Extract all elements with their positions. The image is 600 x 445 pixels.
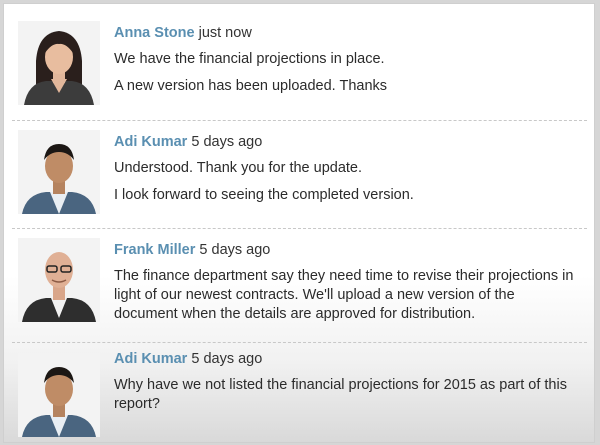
comment-time: 5 days ago xyxy=(191,351,263,367)
comment-meta: Adi Kumar 5 days ago xyxy=(114,133,574,151)
author-link[interactable]: Frank Miller xyxy=(114,242,195,258)
comment-text: Why have we not listed the financial pro… xyxy=(114,377,567,412)
avatar[interactable] xyxy=(18,130,100,214)
comment-meta: Adi Kumar 5 days ago xyxy=(114,350,574,368)
comment-time: 5 days ago xyxy=(191,134,263,150)
comment-meta: Frank Miller 5 days ago xyxy=(114,241,574,259)
author-link[interactable]: Anna Stone xyxy=(114,25,195,41)
comment-text: Understood. Thank you for the update. xyxy=(114,160,363,176)
comment-text: We have the financial projections in pla… xyxy=(114,51,385,67)
comment-text: A new version has been uploaded. Thanks xyxy=(114,78,388,94)
comment-divider xyxy=(12,342,587,343)
comment-body: Anna Stone just now We have the financia… xyxy=(114,24,574,104)
comment-feed: Anna Stone just now We have the financia… xyxy=(3,3,595,443)
author-link[interactable]: Adi Kumar xyxy=(114,134,187,150)
avatar[interactable] xyxy=(18,21,100,105)
author-link[interactable]: Adi Kumar xyxy=(114,351,187,367)
comment-meta: Anna Stone just now xyxy=(114,24,574,42)
comment-body: Adi Kumar 5 days ago Why have we not lis… xyxy=(114,350,574,414)
avatar[interactable] xyxy=(18,353,100,437)
comment-text: I look forward to seeing the completed v… xyxy=(114,187,414,203)
comment-time: just now xyxy=(198,25,252,41)
comment-divider xyxy=(12,228,587,229)
comment-text: The finance department say they need tim… xyxy=(114,268,574,322)
comment-divider xyxy=(12,120,587,121)
comment-time: 5 days ago xyxy=(199,242,271,258)
comment-body: Frank Miller 5 days ago The finance depa… xyxy=(114,241,574,324)
comment-body: Adi Kumar 5 days ago Understood. Thank y… xyxy=(114,133,574,213)
avatar[interactable] xyxy=(18,238,100,322)
